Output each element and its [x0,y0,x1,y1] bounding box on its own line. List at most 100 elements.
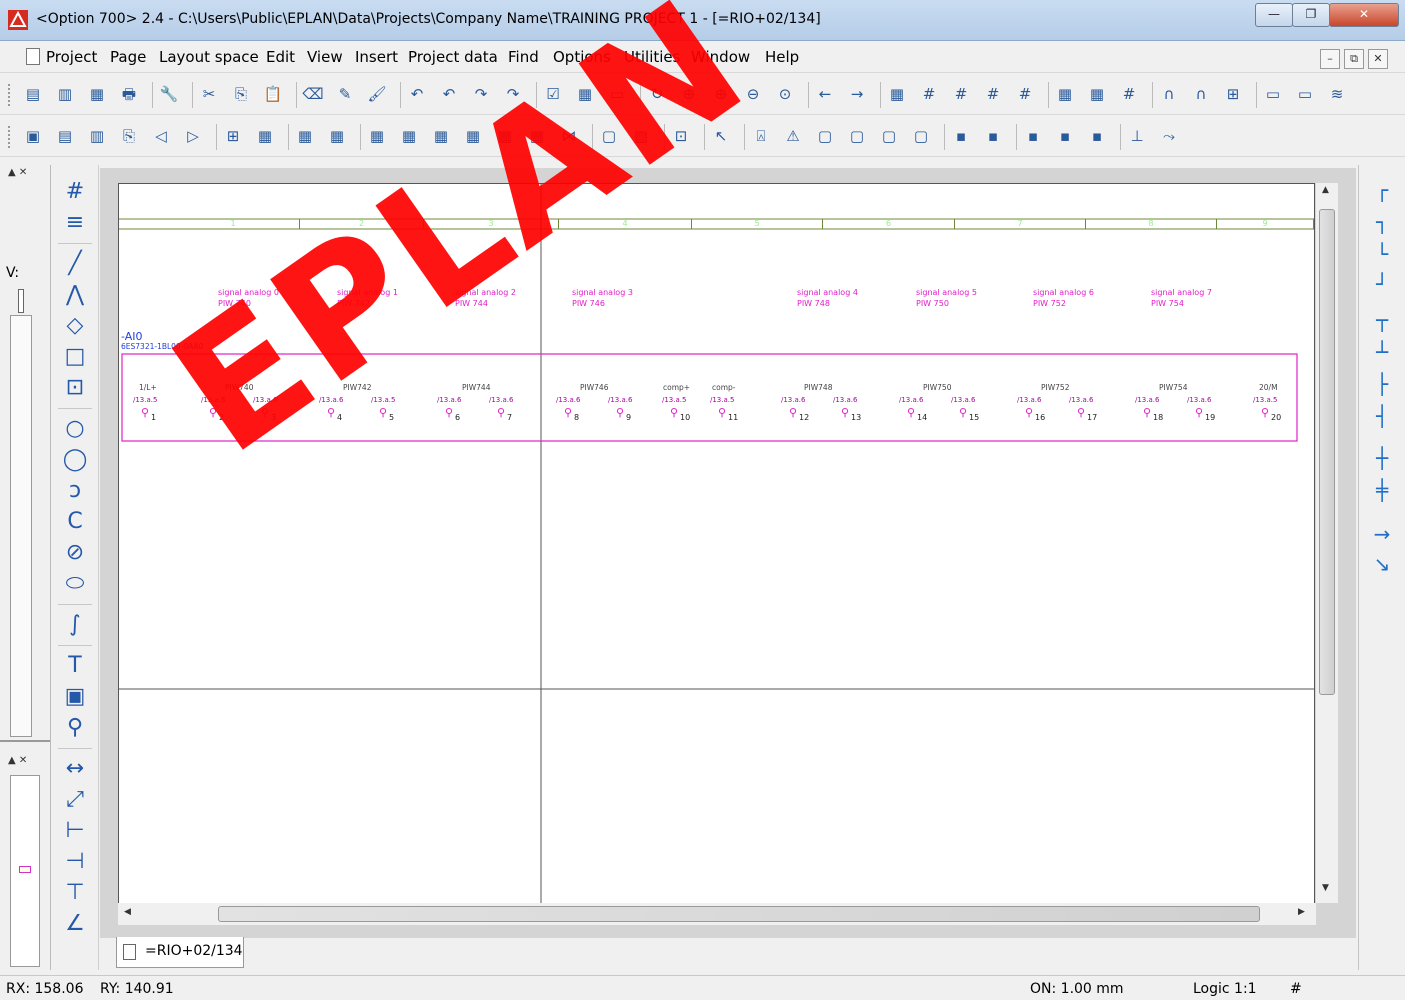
ellipse-icon[interactable]: ⬭ [62,571,88,597]
snap-icon[interactable]: # [1118,83,1140,105]
circle-icon[interactable]: ○ [62,416,88,442]
menu-project[interactable]: Project [46,48,97,66]
rectangle-icon[interactable]: □ [62,344,88,370]
corner-br-icon[interactable]: ┘ [1369,271,1395,297]
grid-icon[interactable]: ▦ [1054,83,1076,105]
text-icon[interactable]: T [62,653,88,679]
dimension-diag-icon[interactable]: ⤢ [62,787,88,813]
connection-point-icon[interactable]: ⚲ [1025,406,1033,419]
toolbar-grip[interactable] [8,126,14,148]
display-icon[interactable]: ▭ [1262,83,1284,105]
copy-icon[interactable]: ⎘ [230,83,252,105]
undo-list-icon[interactable]: ↶ [438,83,460,105]
menu-view[interactable]: View [307,48,343,66]
connection-point-icon[interactable]: ⚲ [564,406,572,419]
horizontal-scroll-thumb[interactable] [218,906,1260,922]
connection-point-icon[interactable]: ⚲ [616,406,624,419]
arc-icon[interactable]: ↄ [62,478,88,504]
cross-reference[interactable]: /13.a.5 [710,396,734,404]
cross-reference[interactable]: /13.a.5 [1253,396,1277,404]
dimension-chain-icon[interactable]: ⊢ [62,818,88,844]
back-icon[interactable]: ← [814,83,836,105]
panel-tree[interactable] [10,315,32,737]
menu-insert[interactable]: Insert [355,48,398,66]
maximize-button[interactable]: ❐ [1292,3,1330,27]
prev-page-icon[interactable]: ◁ [150,125,172,147]
page-tab[interactable]: =RIO+02/134 [116,937,244,968]
dimension-base-icon[interactable]: ⊣ [62,849,88,875]
ellipse-sector-icon[interactable]: ⊘ [62,540,88,566]
connection-point-icon[interactable]: ⚲ [907,406,915,419]
panel-pin-icon[interactable]: ▲ ✕ [8,167,27,178]
vertical-scroll-thumb[interactable] [1319,209,1335,695]
cross-reference[interactable]: /13.a.6 [781,396,805,404]
signal-name[interactable]: signal analog 6 [1033,288,1094,298]
mdi-close-button[interactable]: ✕ [1368,49,1388,69]
magnet-page-icon[interactable]: ∩ [1190,83,1212,105]
cross-reference[interactable]: /13.a.6 [1069,396,1093,404]
menu-edit[interactable]: Edit [266,48,295,66]
menu-project-data[interactable]: Project data [408,48,498,66]
cross-reference[interactable]: /13.a.6 [951,396,975,404]
dims-icon[interactable]: ⊞ [1222,83,1244,105]
connection-point-icon[interactable]: ⚲ [141,406,149,419]
minimize-button[interactable]: — [1255,3,1293,27]
cut-icon[interactable]: ✂ [198,83,220,105]
cross-reference[interactable]: /13.a.5 [133,396,157,404]
connection-point-icon[interactable]: ⚲ [1261,406,1269,419]
next-page-icon[interactable]: ▷ [182,125,204,147]
polyline-icon[interactable]: ⋀ [62,282,88,308]
magnet-icon[interactable]: ∩ [1158,83,1180,105]
panel-pin-icon-2[interactable]: ▲ ✕ [8,755,27,766]
arrow-icon[interactable]: ⤳ [1158,125,1180,147]
corner-tr-icon[interactable]: ┐ [1369,209,1395,235]
dimension-angle-icon[interactable]: ∠ [62,911,88,937]
scroll-right-icon[interactable]: ▶ [1298,907,1305,917]
placeholder-icon[interactable]: ⊡ [62,375,88,401]
polygon-icon[interactable]: ◇ [62,313,88,339]
menu-help[interactable]: Help [765,48,799,66]
grid-snap-icon[interactable]: ▦ [1086,83,1108,105]
cross-reference[interactable]: /13.a.6 [489,396,513,404]
link-icon[interactable]: ▢ [878,125,900,147]
connection-point-icon[interactable]: ⚲ [379,406,387,419]
arc-3pt-icon[interactable]: C [62,509,88,535]
connection-point-icon[interactable]: ⚲ [841,406,849,419]
corner-tl-icon[interactable]: ┌ [1369,177,1395,203]
signal-name[interactable]: signal analog 7 [1151,288,1212,298]
view-icon[interactable]: ▪ [1022,125,1044,147]
insert-device-icon[interactable]: ⊞ [222,125,244,147]
frame-icon[interactable]: ▢ [814,125,836,147]
grid-a-icon[interactable]: ▦ [886,83,908,105]
plot-icon[interactable]: ≋ [1326,83,1348,105]
zoom-sel-icon[interactable]: ▪ [1086,125,1108,147]
box-insert-icon[interactable]: ▢ [846,125,868,147]
paste-icon[interactable]: 📋 [262,83,284,105]
interrupt-icon[interactable]: → [1369,521,1395,547]
cross-icon[interactable]: ┼ [1369,445,1395,471]
cross-reference[interactable]: /13.a.6 [437,396,461,404]
cross-reference[interactable]: /13.a.6 [1017,396,1041,404]
open-icon[interactable]: ▥ [86,125,108,147]
forward-icon[interactable]: → [846,83,868,105]
mdi-restore-button[interactable]: ⧉ [1344,49,1364,69]
close-button[interactable]: ✕ [1329,3,1399,27]
new-icon[interactable]: ▤ [54,125,76,147]
eplan-app-icon[interactable] [8,10,28,30]
connection-point-icon[interactable]: ⚲ [1143,406,1151,419]
open-page-icon[interactable]: ▥ [54,83,76,105]
grid-d-icon[interactable]: # [982,83,1004,105]
vertical-scrollbar[interactable]: ▲ ▼ [1316,183,1338,903]
tee-down-icon[interactable]: ┬ [1369,307,1395,333]
cross-reference[interactable]: /13.a.6 [833,396,857,404]
format-brush-icon[interactable]: 🖌 [366,83,388,105]
orange-icon[interactable]: ▪ [982,125,1004,147]
connection-point-icon[interactable]: ⚲ [445,406,453,419]
connection-point-icon[interactable]: ⚲ [1195,406,1203,419]
new-page-icon[interactable]: ▤ [22,83,44,105]
connection-point-icon[interactable]: ⚲ [959,406,967,419]
signal-name[interactable]: signal analog 4 [797,288,858,298]
page-props-icon[interactable]: ▦ [86,83,108,105]
toolbar-grip[interactable] [8,84,14,106]
undo-icon[interactable]: ↶ [406,83,428,105]
